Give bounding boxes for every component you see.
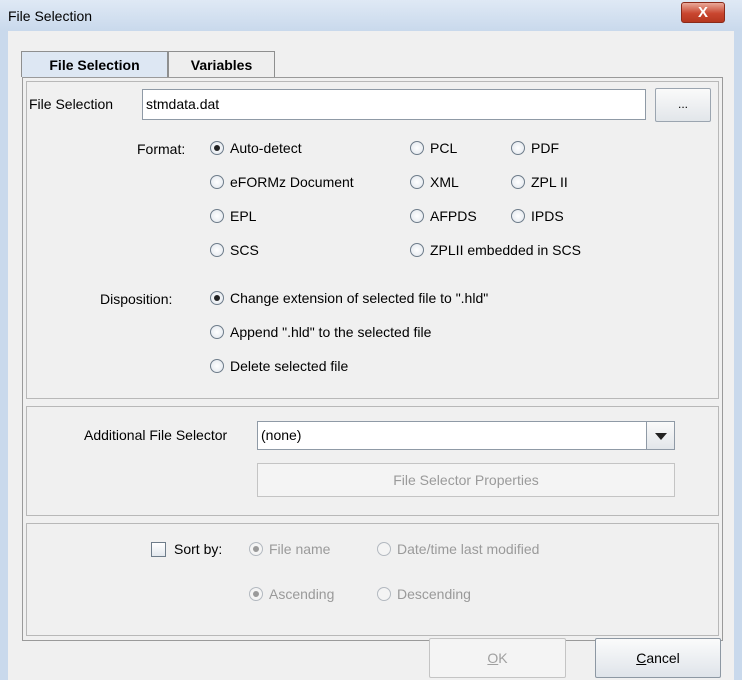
disposition-label: Disposition: <box>100 291 173 307</box>
radio-selected-icon <box>210 291 224 305</box>
chevron-down-icon[interactable] <box>646 422 674 449</box>
radio-selected-icon <box>249 587 263 601</box>
sort-radio-file-name[interactable]: File name <box>249 541 330 557</box>
format-radio-pcl[interactable]: PCL <box>410 140 457 156</box>
title-bar: File Selection X <box>0 0 742 32</box>
window-frame-left <box>0 31 8 680</box>
cancel-button[interactable]: Cancel <box>595 638 721 678</box>
file-selection-label: File Selection <box>29 96 114 112</box>
additional-file-selector-combo[interactable]: (none) <box>257 421 675 450</box>
radio-icon <box>210 359 224 373</box>
radio-icon <box>511 175 525 189</box>
radio-selected-icon <box>249 542 263 556</box>
format-radio-pdf[interactable]: PDF <box>511 140 559 156</box>
radio-icon <box>210 175 224 189</box>
disposition-radio-append[interactable]: Append ".hld" to the selected file <box>210 324 431 340</box>
additional-file-selector-label: Additional File Selector <box>84 427 228 443</box>
format-radio-afpds[interactable]: AFPDS <box>410 208 477 224</box>
file-format-group: File Selection stmdata.dat ... Format: A… <box>26 81 719 399</box>
radio-icon <box>210 209 224 223</box>
radio-icon <box>377 587 391 601</box>
sort-by-checkbox[interactable] <box>151 542 166 557</box>
sort-radio-date-modified[interactable]: Date/time last modified <box>377 541 539 557</box>
radio-icon <box>410 209 424 223</box>
format-radio-xml[interactable]: XML <box>410 174 459 190</box>
radio-icon <box>511 141 525 155</box>
disposition-radio-delete[interactable]: Delete selected file <box>210 358 348 374</box>
radio-icon <box>410 243 424 257</box>
format-radio-auto-detect[interactable]: Auto-detect <box>210 140 302 156</box>
dialog-client-area: File Selection Variables File Selection … <box>8 31 734 680</box>
tab-variables[interactable]: Variables <box>168 51 275 77</box>
format-radio-scs[interactable]: SCS <box>210 242 259 258</box>
ok-button[interactable]: OK <box>429 638 566 678</box>
close-icon: X <box>697 4 708 21</box>
disposition-radio-change-extension[interactable]: Change extension of selected file to ".h… <box>210 290 488 306</box>
sort-radio-descending[interactable]: Descending <box>377 586 471 602</box>
format-radio-zpl-ii[interactable]: ZPL II <box>511 174 568 190</box>
sort-radio-ascending[interactable]: Ascending <box>249 586 334 602</box>
format-radio-eformz[interactable]: eFORMz Document <box>210 174 354 190</box>
window-frame-right <box>734 31 742 680</box>
radio-icon <box>511 209 525 223</box>
format-radio-epl[interactable]: EPL <box>210 208 256 224</box>
close-button[interactable]: X <box>681 2 725 23</box>
tab-file-selection[interactable]: File Selection <box>21 51 168 77</box>
format-radio-zplii-in-scs[interactable]: ZPLII embedded in SCS <box>410 242 581 258</box>
format-radio-ipds[interactable]: IPDS <box>511 208 564 224</box>
radio-icon <box>210 243 224 257</box>
file-selector-properties-button[interactable]: File Selector Properties <box>257 463 675 497</box>
additional-selector-group: Additional File Selector (none) File Sel… <box>26 406 719 516</box>
format-label: Format: <box>137 141 186 157</box>
radio-selected-icon <box>210 141 224 155</box>
sort-group: Sort by: File name Date/time last modifi… <box>26 523 719 636</box>
radio-icon <box>377 542 391 556</box>
radio-icon <box>210 325 224 339</box>
window-title: File Selection <box>8 8 93 24</box>
file-selection-input[interactable]: stmdata.dat <box>142 89 646 120</box>
tab-panel: File Selection stmdata.dat ... Format: A… <box>22 77 723 641</box>
radio-icon <box>410 141 424 155</box>
browse-button[interactable]: ... <box>655 88 711 122</box>
dialog-window: File Selection X File Selection Variable… <box>0 0 742 680</box>
radio-icon <box>410 175 424 189</box>
sort-by-label: Sort by: <box>174 541 223 557</box>
